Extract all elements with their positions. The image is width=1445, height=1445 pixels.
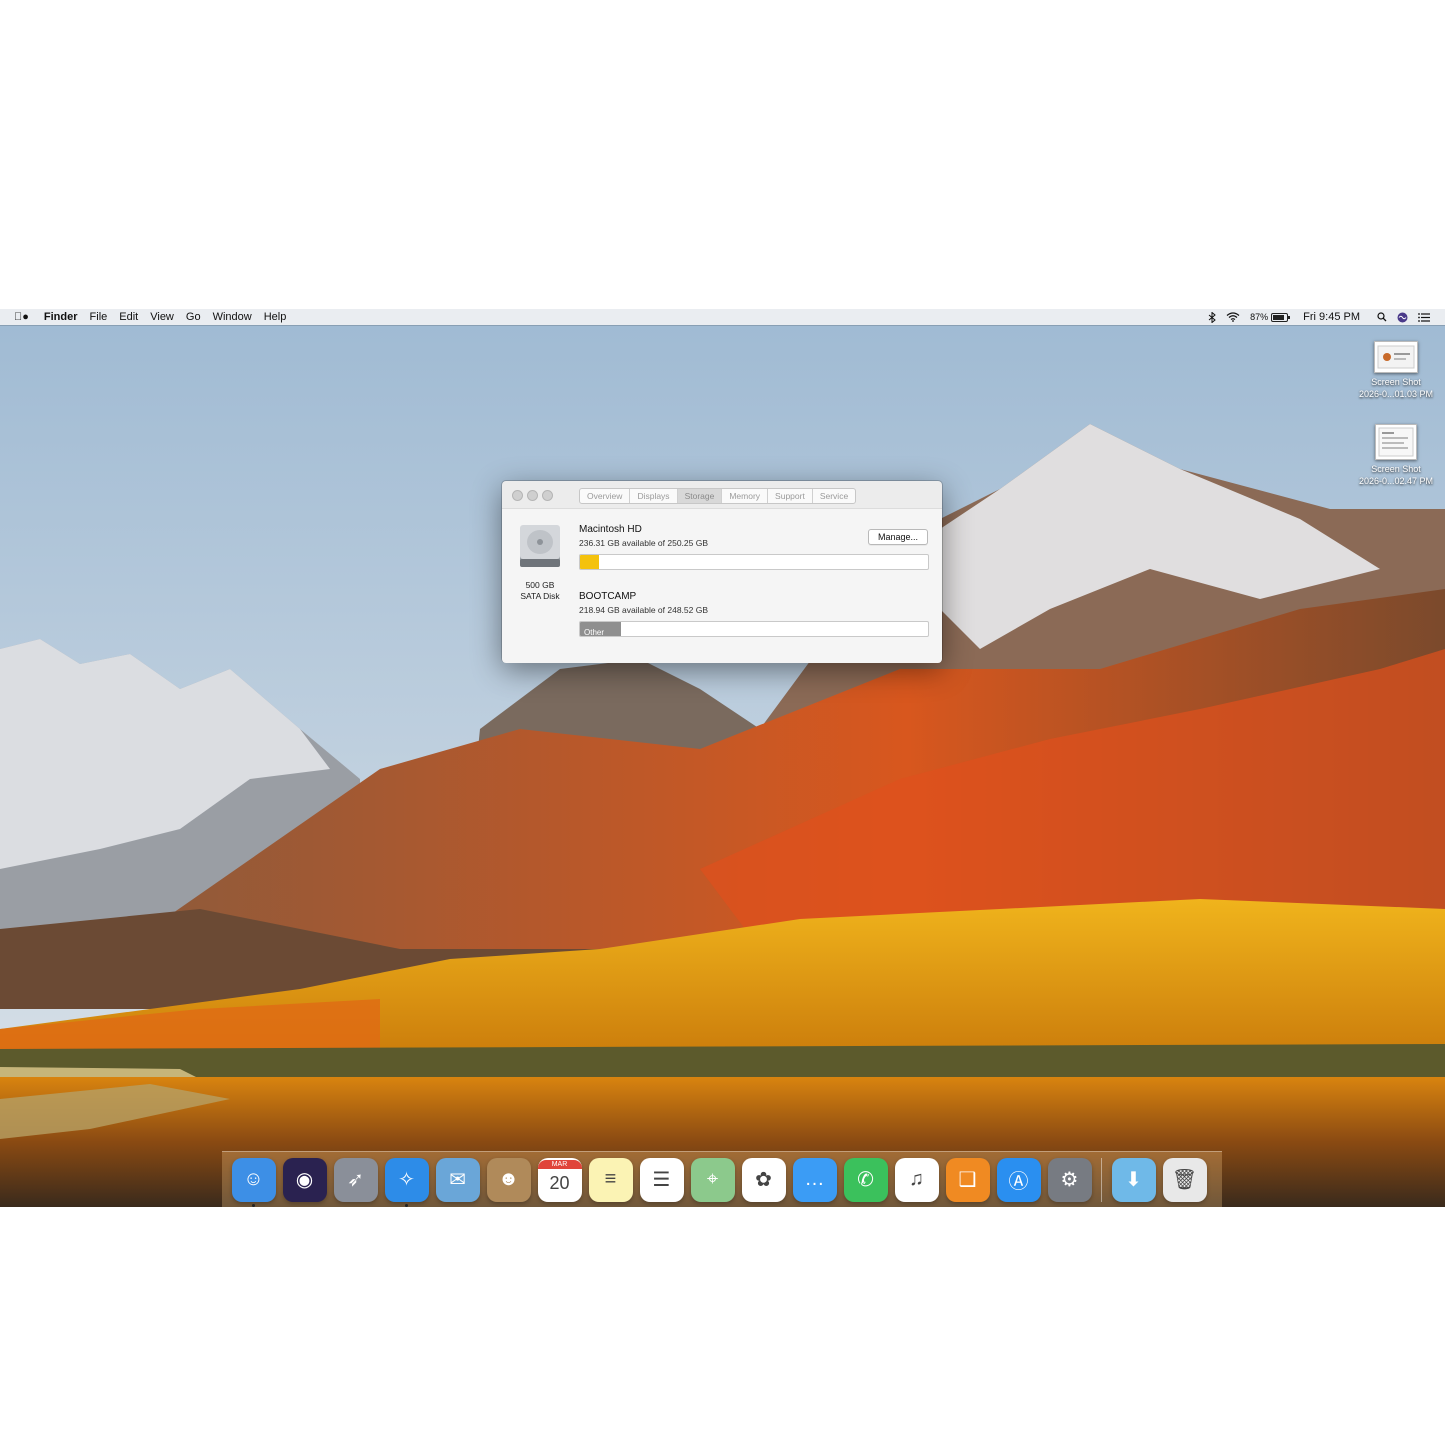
menu-file[interactable]: File xyxy=(84,309,114,325)
menu-edit[interactable]: Edit xyxy=(113,309,144,325)
menu-go[interactable]: Go xyxy=(180,309,207,325)
battery-percent: 87% xyxy=(1250,312,1269,322)
dock: ☺ ◉ ➶ ✧ ✉ ☻ MAR 20 ≡ ☰ ⌖ ✿ … ✆ ♫ ❑ Ⓐ ⚙ ⬇ 🗑 xyxy=(222,1151,1222,1207)
apple-menu-icon[interactable]: ● xyxy=(0,309,38,325)
volume-bootcamp: BOOTCAMP 218.94 GB available of 248.52 G… xyxy=(579,591,929,637)
battery-icon xyxy=(1271,312,1291,322)
dock-glyph: ⌖ xyxy=(706,1168,719,1190)
desktop-screen: ● Finder File Edit View Go Window Help … xyxy=(0,309,1445,1207)
minimize-button-icon[interactable] xyxy=(527,490,538,501)
storage-other-segment[interactable]: Other xyxy=(580,622,622,637)
storage-used-segment[interactable] xyxy=(580,555,600,569)
messages-icon[interactable]: … xyxy=(792,1157,837,1202)
notes-icon[interactable]: ≡ xyxy=(588,1157,633,1202)
dock-glyph: Ⓐ xyxy=(1008,1171,1029,1193)
wifi-icon[interactable] xyxy=(1221,312,1245,322)
dock-glyph: ☰ xyxy=(652,1169,671,1191)
dock-glyph: ✉ xyxy=(449,1169,466,1191)
contacts-icon[interactable]: ☻ xyxy=(486,1157,531,1202)
disk-size: 500 GB xyxy=(525,580,555,590)
menu-bar: ● Finder File Edit View Go Window Help … xyxy=(0,309,1445,325)
dock-glyph: ✆ xyxy=(857,1169,874,1191)
launchpad-icon[interactable]: ➶ xyxy=(333,1157,378,1202)
dock-glyph: ♫ xyxy=(909,1168,924,1190)
calendar-icon[interactable]: MAR 20 xyxy=(537,1157,582,1202)
downloads-folder-icon[interactable]: ⬇ xyxy=(1111,1157,1156,1202)
desktop-file-name-line1: Screen Shot xyxy=(1371,377,1421,387)
disk-type: SATA Disk xyxy=(520,591,560,601)
tab-storage[interactable]: Storage xyxy=(676,489,722,503)
dock-glyph: 20 xyxy=(549,1173,570,1193)
dock-glyph: 🗑 xyxy=(1171,1169,1198,1191)
storage-segment-label: Other xyxy=(584,628,605,637)
tab-memory[interactable]: Memory xyxy=(721,489,767,503)
volume-availability: 218.94 GB available of 248.52 GB xyxy=(579,605,709,615)
dock-glyph: ◉ xyxy=(295,1169,314,1191)
desktop-file-name-line1: Screen Shot xyxy=(1371,464,1421,474)
itunes-icon[interactable]: ♫ xyxy=(894,1157,939,1202)
menu-window[interactable]: Window xyxy=(207,309,258,325)
menu-app-finder[interactable]: Finder xyxy=(38,309,84,325)
dock-glyph: ☻ xyxy=(497,1168,520,1190)
dock-glyph: ☺ xyxy=(243,1168,264,1190)
storage-panel: 500 GB SATA Disk Macintosh HD 236.31 GB … xyxy=(502,508,942,663)
menu-view[interactable]: View xyxy=(144,309,180,325)
about-this-mac-window: Overview Displays Storage Memory Support… xyxy=(502,481,942,663)
tab-support[interactable]: Support xyxy=(767,489,812,503)
zoom-button-icon[interactable] xyxy=(542,490,553,501)
desktop-file-name-line2: 2026-0...02.47 PM xyxy=(1358,476,1434,486)
safari-icon[interactable]: ✧ xyxy=(384,1157,429,1207)
notification-center-icon[interactable] xyxy=(1413,312,1435,322)
finder-icon[interactable]: ☺ xyxy=(231,1157,276,1207)
dock-glyph: ➶ xyxy=(347,1169,364,1191)
storage-usage-bar xyxy=(579,554,929,570)
screenshot-thumbnail-icon xyxy=(1374,341,1418,373)
calendar-month: MAR xyxy=(537,1159,582,1169)
tab-overview[interactable]: Overview xyxy=(580,489,629,503)
battery-level-fill xyxy=(1273,314,1285,320)
hard-drive-icon xyxy=(520,525,560,567)
photos-icon[interactable]: ✿ xyxy=(741,1157,786,1202)
mail-icon[interactable]: ✉ xyxy=(435,1157,480,1202)
dock-separator xyxy=(1101,1157,1102,1202)
running-indicator xyxy=(251,1203,255,1207)
battery-status[interactable]: 87% xyxy=(1245,309,1293,325)
maps-icon[interactable]: ⌖ xyxy=(690,1157,735,1202)
dock-glyph: ⬇ xyxy=(1125,1169,1142,1191)
dock-glyph: ❑ xyxy=(958,1169,977,1191)
close-button-icon[interactable] xyxy=(512,490,523,501)
desktop-file-screenshot-2[interactable]: Screen Shot 2026-0...02.47 PM xyxy=(1346,424,1445,487)
clock[interactable]: Fri 9:45 PM xyxy=(1293,309,1365,325)
volume-name: BOOTCAMP xyxy=(579,591,637,602)
tab-bar: Overview Displays Storage Memory Support… xyxy=(579,488,857,504)
facetime-icon[interactable]: ✆ xyxy=(843,1157,888,1202)
trash-icon[interactable]: 🗑 xyxy=(1162,1157,1207,1202)
siri-menu-icon[interactable] xyxy=(1392,312,1413,323)
ibooks-icon[interactable]: ❑ xyxy=(945,1157,990,1202)
dock-glyph: … xyxy=(804,1168,825,1190)
disk-info: 500 GB SATA Disk xyxy=(518,523,562,602)
dock-glyph: ✧ xyxy=(398,1169,415,1191)
menu-help[interactable]: Help xyxy=(258,309,293,325)
manage-button[interactable]: Manage... xyxy=(867,529,928,545)
window-titlebar[interactable]: Overview Displays Storage Memory Support… xyxy=(502,481,942,508)
reminders-icon[interactable]: ☰ xyxy=(639,1157,684,1202)
tab-service[interactable]: Service xyxy=(811,489,855,503)
siri-icon[interactable]: ◉ xyxy=(282,1157,327,1202)
storage-usage-bar: Other xyxy=(579,621,929,637)
running-indicator xyxy=(404,1203,408,1207)
wallpaper-image xyxy=(0,309,1445,1207)
app-store-icon[interactable]: Ⓐ xyxy=(996,1157,1041,1202)
spotlight-search-icon[interactable] xyxy=(1365,312,1392,322)
dock-glyph: ≡ xyxy=(604,1168,617,1190)
tab-displays[interactable]: Displays xyxy=(629,489,676,503)
dock-glyph: ✿ xyxy=(755,1169,772,1191)
system-preferences-icon[interactable]: ⚙ xyxy=(1047,1157,1092,1202)
dock-glyph: ⚙ xyxy=(1060,1169,1079,1191)
desktop-file-name-line2: 2026-0...01.03 PM xyxy=(1358,389,1434,399)
bluetooth-icon[interactable] xyxy=(1203,311,1221,323)
screenshot-thumbnail-icon xyxy=(1375,424,1417,460)
desktop-file-screenshot-1[interactable]: Screen Shot 2026-0...01.03 PM xyxy=(1346,341,1445,400)
